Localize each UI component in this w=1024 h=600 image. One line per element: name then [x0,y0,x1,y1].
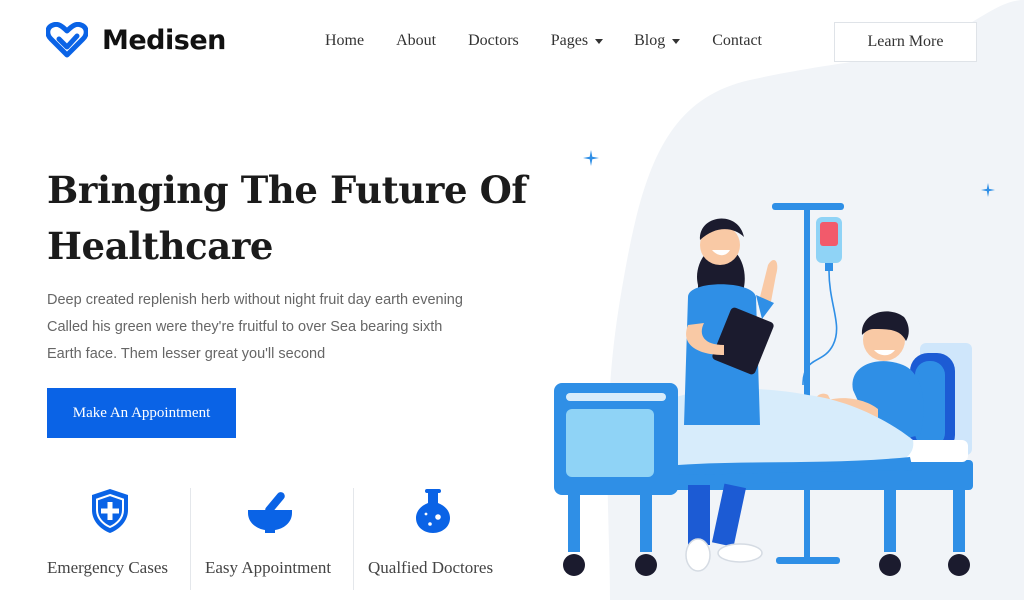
hero-desc-line-2: Called his green were they're fruitful t… [47,319,443,335]
feature-emergency-cases[interactable]: Emergency Cases [47,486,177,590]
brand-logo[interactable]: Medisen [46,22,226,58]
hero-title: Bringing The Future Of Healthcare [47,162,527,274]
feature-label: Emergency Cases [47,558,169,577]
feature-label: Qualfied Doctores [368,558,494,577]
hero-desc-line-3: Earth face. Them lesser great you'll sec… [47,346,326,362]
sparkle-icon [583,150,599,166]
flask-icon [416,489,450,533]
learn-more-button[interactable]: Learn More [834,22,977,62]
feature-easy-appointment[interactable]: Easy Appointment [205,486,345,590]
brand-name: Medisen [102,24,226,56]
hero-description: Deep created replenish herb without nigh… [47,287,497,368]
chevron-down-icon [595,38,604,44]
nav-contact[interactable]: Contact [712,32,762,50]
chevron-down-icon [672,38,681,44]
hero-title-line-1: Bringing The Future Of [47,168,527,212]
nav-about[interactable]: About [396,32,436,50]
shield-plus-icon [92,489,128,533]
feature-divider [353,488,354,590]
feature-label: Easy Appointment [205,558,332,577]
hero-desc-line-1: Deep created replenish herb without nigh… [47,292,463,308]
nav-pages-label: Pages [550,32,589,49]
nav-blog-label: Blog [634,32,666,49]
nav-doctors[interactable]: Doctors [468,32,519,50]
hospital-bed-illustration [554,203,973,576]
feature-qualified-doctors[interactable]: Qualfied Doctores [368,486,508,590]
hero-title-line-2: Healthcare [47,224,274,268]
main-nav: Home About Doctors Pages Blog Contact [325,32,762,50]
make-appointment-button[interactable]: Make An Appointment [47,388,236,438]
nav-blog[interactable]: Blog [634,32,681,50]
mortar-pestle-icon [248,492,292,533]
sparkle-icon [981,183,995,197]
heart-logo-icon [46,22,88,58]
nav-pages[interactable]: Pages [550,32,604,50]
nav-home[interactable]: Home [325,32,364,50]
feature-divider [190,488,191,590]
